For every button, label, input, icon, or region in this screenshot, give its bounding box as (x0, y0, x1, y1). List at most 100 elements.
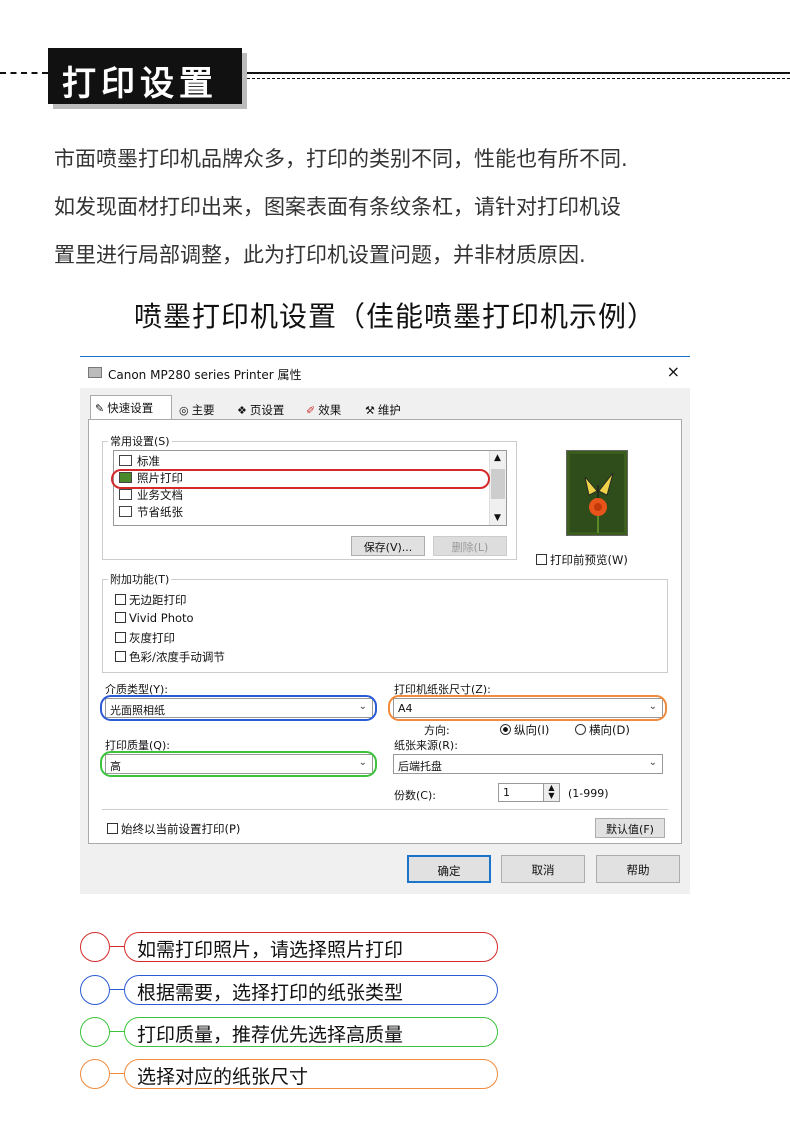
preview-image (566, 450, 628, 536)
subtitle: 喷墨打印机设置（佳能喷墨打印机示例） (133, 300, 656, 333)
checkbox-box[interactable] (115, 612, 126, 623)
checkbox-label: 打印前预览(W) (550, 553, 628, 567)
intro-line-3: 置里进行局部调整，此为打印机设置问题，并非材质原因. (54, 243, 586, 267)
section-title: 打印设置 (48, 48, 242, 104)
checkbox-label: 始终以当前设置打印(P) (121, 822, 241, 836)
select-value: 后端托盘 (398, 760, 442, 773)
list-item-label: 业务文档 (137, 488, 183, 502)
tab-label: 维护 (377, 403, 401, 417)
list-item-label: 标准 (137, 454, 160, 468)
tab-main[interactable]: ◎ 主要 (175, 398, 231, 420)
chevron-down-icon: ⌄ (648, 757, 657, 768)
grayscale-checkbox[interactable]: 灰度打印 (115, 630, 175, 646)
legend-connector (110, 1073, 124, 1074)
page-setup-icon: ❖ (237, 404, 247, 417)
checkbox-label: 无边距打印 (129, 593, 187, 607)
highlight-media-type (100, 695, 377, 721)
portrait-radio[interactable]: 纵向(I) (500, 722, 549, 738)
dialog-title: Canon MP280 series Printer 属性 (108, 368, 302, 382)
tab-label: 效果 (318, 403, 342, 417)
intro-line-2: 如发现面材打印出来，图案表面有条纹条杠，请针对打印机设 (54, 195, 621, 219)
legend-text: 打印质量，推荐优先选择高质量 (124, 1017, 498, 1047)
orientation-label: 方向: (424, 724, 450, 737)
list-item-label: 节省纸张 (137, 505, 183, 519)
radio-selected[interactable] (500, 724, 511, 735)
checkbox-label: Vivid Photo (129, 611, 194, 625)
highlight-photo-print (111, 469, 490, 489)
highlight-print-quality (100, 751, 377, 777)
borderless-checkbox[interactable]: 无边距打印 (115, 592, 187, 608)
copies-label: 份数(C): (394, 789, 436, 802)
copies-input[interactable]: 1 ▲ ▼ (498, 783, 560, 802)
help-button[interactable]: 帮助 (596, 855, 680, 883)
document-icon (119, 489, 132, 500)
title-rule (242, 72, 790, 74)
addon-label: 附加功能(T) (108, 571, 172, 587)
always-print-current-checkbox[interactable]: 始终以当前设置打印(P) (107, 821, 240, 837)
ok-button[interactable]: 确定 (407, 855, 491, 883)
intro-line-1: 市面喷墨打印机品牌众多，打印的类别不同，性能也有所不同. (54, 147, 628, 171)
scroll-down-icon[interactable]: ▼ (494, 513, 501, 523)
butterfly-flower-icon (570, 454, 624, 533)
quick-setup-icon: ✎ (95, 402, 105, 415)
legend-text: 如需打印照片，请选择照片打印 (124, 932, 498, 962)
checkbox-box[interactable] (115, 651, 126, 662)
close-icon[interactable]: × (667, 362, 680, 381)
common-settings-label: 常用设置(S) (108, 433, 172, 449)
save-button[interactable]: 保存(V)... (351, 536, 425, 556)
printer-icon (88, 367, 102, 378)
tab-page-setup[interactable]: ❖ 页设置 (233, 398, 299, 420)
checkbox-box[interactable] (536, 554, 547, 565)
divider (102, 809, 668, 810)
tab-label: 页设置 (249, 403, 285, 417)
copies-value: 1 (503, 786, 510, 799)
copies-range: (1-999) (568, 787, 609, 800)
preview-before-print-checkbox[interactable]: 打印前预览(W) (536, 552, 628, 568)
paper-source-select[interactable]: 后端托盘 ⌄ (393, 754, 663, 774)
tab-effects[interactable]: ✐ 效果 (302, 398, 358, 420)
defaults-button[interactable]: 默认值(F) (595, 818, 665, 838)
legend-text: 选择对应的纸张尺寸 (124, 1059, 498, 1089)
landscape-radio[interactable]: 横向(D) (575, 722, 630, 738)
paper-saving-icon (119, 506, 132, 517)
tab-quick-setup[interactable]: ✎ 快速设置 (90, 395, 172, 420)
legend-text: 根据需要，选择打印的纸张类型 (124, 975, 498, 1005)
legend-circle (80, 975, 110, 1005)
radio-unselected[interactable] (575, 724, 586, 735)
title-dash-left (0, 72, 48, 74)
list-item-standard[interactable]: 标准 (119, 453, 160, 470)
legend-connector (110, 989, 124, 990)
tab-label: 主要 (191, 403, 215, 417)
legend-circle (80, 932, 110, 962)
checkbox-label: 灰度打印 (129, 631, 175, 645)
list-item-paper-saving[interactable]: 节省纸张 (119, 504, 183, 521)
document-icon (119, 455, 132, 466)
checkbox-box[interactable] (115, 632, 126, 643)
delete-button[interactable]: 删除(L) (433, 536, 507, 556)
vivid-photo-checkbox[interactable]: Vivid Photo (115, 611, 194, 625)
cancel-button[interactable]: 取消 (501, 855, 585, 883)
legend-circle (80, 1017, 110, 1047)
main-icon: ◎ (179, 404, 189, 417)
checkbox-box[interactable] (115, 594, 126, 605)
highlight-paper-size (388, 695, 667, 721)
list-item-business-doc[interactable]: 业务文档 (119, 487, 183, 504)
checkbox-box[interactable] (107, 823, 118, 834)
list-scrollbar[interactable]: ▲ ▼ (489, 451, 506, 525)
scroll-thumb[interactable] (491, 469, 505, 499)
checkbox-label: 色彩/浓度手动调节 (129, 650, 225, 664)
radio-label: 横向(D) (589, 723, 630, 737)
radio-label: 纵向(I) (514, 723, 550, 737)
dialog-titlebar: Canon MP280 series Printer 属性 × (80, 356, 690, 388)
printer-properties-dialog: Canon MP280 series Printer 属性 × ✎ 快速设置 ◎ 主… (80, 356, 690, 894)
legend-connector (110, 1031, 124, 1032)
paper-source-label: 纸张来源(R): (394, 739, 458, 752)
manual-color-checkbox[interactable]: 色彩/浓度手动调节 (115, 649, 225, 665)
effects-icon: ✐ (306, 404, 316, 417)
scroll-up-icon[interactable]: ▲ (494, 453, 501, 463)
tab-label: 快速设置 (107, 401, 154, 415)
spinner-icon[interactable]: ▲ ▼ (543, 784, 559, 801)
maintenance-icon: ⚒ (365, 404, 375, 417)
title-dash-right (242, 78, 790, 79)
tab-maintenance[interactable]: ⚒ 维护 (361, 398, 417, 420)
